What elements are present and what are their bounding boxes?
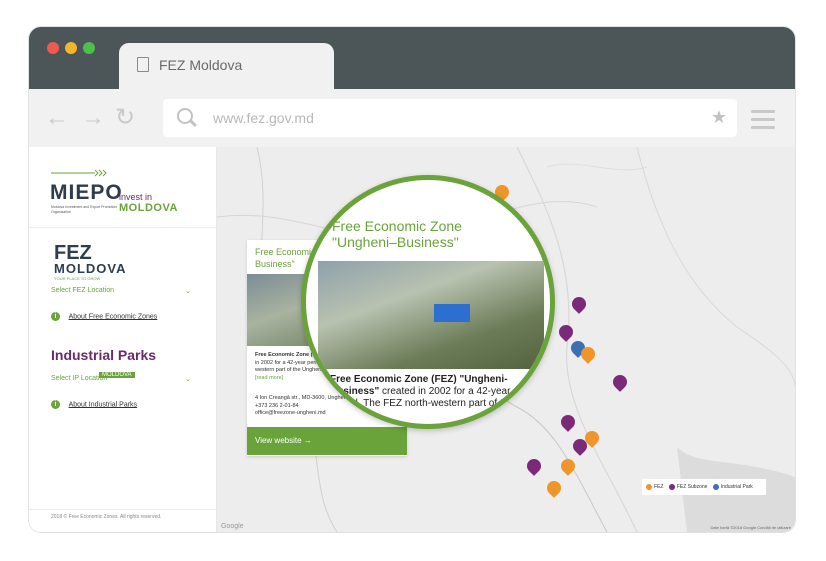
miepo-subtitle: Moldova Investment and Export Promotion …	[51, 205, 118, 214]
browser-tab[interactable]: FEZ Moldova	[119, 43, 334, 89]
search-icon	[177, 108, 193, 124]
view-website-button[interactable]: View website →	[247, 427, 407, 455]
close-window-button[interactable]	[47, 42, 59, 54]
select-ip-location[interactable]: Select IP Location ⌄	[51, 375, 191, 383]
tab-title: FEZ Moldova	[159, 57, 243, 73]
star-icon[interactable]: ★	[711, 107, 727, 128]
chevron-down-icon: ⌄	[185, 288, 191, 295]
about-ip-row[interactable]: i About Industrial Parks	[51, 400, 137, 409]
info-icon: i	[51, 400, 60, 409]
miepo-arrows-icon	[51, 169, 107, 177]
footer-copyright: 2018 © Free Economic Zones. All rights r…	[51, 514, 162, 520]
page-content: MIEPO Moldova Investment and Export Prom…	[29, 147, 795, 532]
legend-subzone: FEZ Subzone	[668, 483, 708, 490]
ip-logo-text: Industrial Parks	[51, 347, 157, 363]
menu-icon[interactable]	[751, 110, 775, 134]
map-credit[interactable]: Date hartă ©2018 Google Condiții de util…	[710, 525, 791, 530]
map-legend: FEZ FEZ Subzone Industrial Park	[642, 479, 766, 495]
about-ip-link[interactable]: About Industrial Parks	[69, 401, 137, 408]
invest-line2: MOLDOVA	[119, 202, 178, 214]
url-text[interactable]: www.fez.gov.md	[213, 110, 314, 126]
industrial-park-legend-icon	[712, 483, 719, 490]
select-fez-label: Select FEZ Location	[51, 287, 115, 294]
invest-line1: invest in	[119, 192, 153, 202]
read-more-link[interactable]: [read more]	[255, 375, 283, 381]
select-fez-location[interactable]: Select FEZ Location ⌄	[51, 287, 191, 295]
forward-arrow-icon[interactable]: →	[81, 106, 105, 130]
legend-fez-label: FEZ	[654, 484, 664, 490]
address-bar[interactable]: www.fez.gov.md ★	[163, 99, 737, 137]
fez-legend-icon	[646, 483, 652, 490]
legend-fez: FEZ	[646, 483, 664, 490]
about-fez-link[interactable]: About Free Economic Zones	[69, 313, 158, 320]
about-fez-row[interactable]: i About Free Economic Zones	[51, 312, 157, 321]
sidebar: MIEPO Moldova Investment and Export Prom…	[29, 147, 217, 532]
legend-industrial-park-label: Industrial Park	[720, 484, 753, 490]
minimize-window-button[interactable]	[65, 42, 77, 54]
magnified-photo	[318, 261, 544, 369]
invest-moldova-logo[interactable]: invest in MOLDOVA	[119, 192, 178, 214]
browser-window: FEZ Moldova ← → ↻ www.fez.gov.md ★ MIEPO…	[29, 27, 795, 532]
fez-moldova-text: MOLDOVA	[54, 261, 127, 276]
magnified-title: Free Economic Zone "Ungheni–Business"	[332, 218, 462, 250]
document-icon	[137, 57, 149, 72]
chevron-down-icon: ⌄	[185, 376, 191, 383]
google-logo: Google	[221, 523, 244, 530]
magnified-description: Free Economic Zone (FEZ) "Ungheni-Busine…	[330, 374, 540, 422]
fez-moldova-logo[interactable]: FEZ MOLDOVA YOUR PLACE TO GROW	[54, 242, 126, 281]
divider	[29, 227, 216, 228]
select-ip-label: Select IP Location	[51, 375, 108, 382]
maximize-window-button[interactable]	[83, 42, 95, 54]
back-arrow-icon[interactable]: ←	[45, 106, 69, 130]
info-icon: i	[51, 312, 60, 321]
divider	[29, 509, 216, 510]
map-view[interactable]: Free Economic Zone "Ungheni–Business" Fr…	[217, 147, 795, 532]
fez-tagline: YOUR PLACE TO GROW	[54, 276, 101, 281]
legend-industrial-park: Industrial Park	[712, 483, 753, 490]
browser-toolbar: ← → ↻ www.fez.gov.md ★	[29, 89, 795, 147]
magnifier-lens: Free Economic Zone "Ungheni–Business" Fr…	[301, 175, 555, 429]
miepo-logo[interactable]: MIEPO	[50, 181, 123, 205]
legend-subzone-label: FEZ Subzone	[676, 484, 708, 490]
subzone-legend-icon	[668, 483, 675, 490]
title-bar: FEZ Moldova	[29, 27, 795, 89]
magnified-building	[434, 304, 470, 322]
reload-icon[interactable]: ↻	[115, 106, 135, 130]
